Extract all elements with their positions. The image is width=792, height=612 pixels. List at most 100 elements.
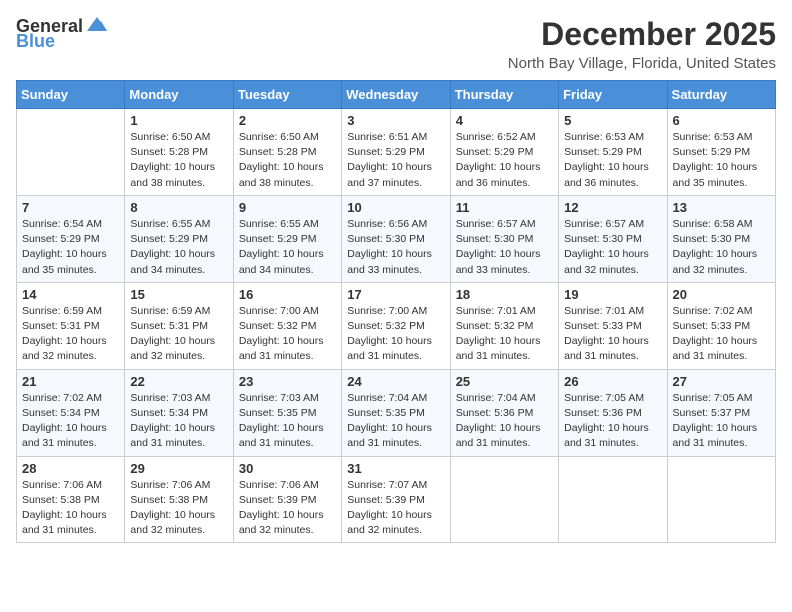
day-number: 6 (673, 113, 770, 128)
weekday-header-tuesday: Tuesday (233, 81, 341, 109)
day-number: 22 (130, 374, 227, 389)
day-number: 9 (239, 200, 336, 215)
day-info: Sunrise: 6:52 AMSunset: 5:29 PMDaylight:… (456, 130, 553, 191)
week-row-5: 28Sunrise: 7:06 AMSunset: 5:38 PMDayligh… (17, 456, 776, 543)
logo: General Blue (16, 16, 109, 52)
day-number: 13 (673, 200, 770, 215)
weekday-header-row: SundayMondayTuesdayWednesdayThursdayFrid… (17, 81, 776, 109)
weekday-header-thursday: Thursday (450, 81, 558, 109)
day-info: Sunrise: 7:05 AMSunset: 5:36 PMDaylight:… (564, 391, 661, 452)
calendar-cell: 20 Sunrise: 7:02 AMSunset: 5:33 PMDayligh… (667, 282, 775, 369)
day-number: 19 (564, 287, 661, 302)
day-info: Sunrise: 6:54 AMSunset: 5:29 PMDaylight:… (22, 217, 119, 278)
day-number: 24 (347, 374, 444, 389)
calendar-cell: 15Sunrise: 6:59 AMSunset: 5:31 PMDayligh… (125, 282, 233, 369)
calendar-cell: 9 Sunrise: 6:55 AMSunset: 5:29 PMDaylight… (233, 195, 341, 282)
day-number: 25 (456, 374, 553, 389)
calendar-cell: 28Sunrise: 7:06 AMSunset: 5:38 PMDayligh… (17, 456, 125, 543)
day-info: Sunrise: 6:55 AMSunset: 5:29 PMDaylight:… (130, 217, 227, 278)
day-number: 3 (347, 113, 444, 128)
day-number: 29 (130, 461, 227, 476)
week-row-2: 7 Sunrise: 6:54 AMSunset: 5:29 PMDaylight… (17, 195, 776, 282)
calendar-cell: 23 Sunrise: 7:03 AMSunset: 5:35 PMDayligh… (233, 369, 341, 456)
calendar-cell: 24Sunrise: 7:04 AMSunset: 5:35 PMDayligh… (342, 369, 450, 456)
location-title: North Bay Village, Florida, United State… (508, 55, 776, 72)
logo-blue: Blue (16, 31, 55, 52)
day-info: Sunrise: 7:02 AMSunset: 5:33 PMDaylight:… (673, 304, 770, 365)
day-info: Sunrise: 7:06 AMSunset: 5:38 PMDaylight:… (22, 478, 119, 539)
day-info: Sunrise: 7:06 AMSunset: 5:38 PMDaylight:… (130, 478, 227, 539)
calendar-cell: 19Sunrise: 7:01 AMSunset: 5:33 PMDayligh… (559, 282, 667, 369)
calendar-cell: 2 Sunrise: 6:50 AMSunset: 5:28 PMDaylight… (233, 109, 341, 196)
calendar-cell (667, 456, 775, 543)
day-info: Sunrise: 7:05 AMSunset: 5:37 PMDaylight:… (673, 391, 770, 452)
day-number: 23 (239, 374, 336, 389)
calendar-cell: 7 Sunrise: 6:54 AMSunset: 5:29 PMDaylight… (17, 195, 125, 282)
day-info: Sunrise: 6:59 AMSunset: 5:31 PMDaylight:… (22, 304, 119, 365)
week-row-3: 14 Sunrise: 6:59 AMSunset: 5:31 PMDayligh… (17, 282, 776, 369)
day-info: Sunrise: 7:03 AMSunset: 5:34 PMDaylight:… (130, 391, 227, 452)
day-info: Sunrise: 6:53 AMSunset: 5:29 PMDaylight:… (673, 130, 770, 191)
calendar-cell: 29 Sunrise: 7:06 AMSunset: 5:38 PMDayligh… (125, 456, 233, 543)
day-info: Sunrise: 7:00 AMSunset: 5:32 PMDaylight:… (347, 304, 444, 365)
title-block: December 2025 North Bay Village, Florida… (508, 16, 776, 72)
calendar-cell: 22 Sunrise: 7:03 AMSunset: 5:34 PMDayligh… (125, 369, 233, 456)
calendar-cell: 27Sunrise: 7:05 AMSunset: 5:37 PMDayligh… (667, 369, 775, 456)
day-info: Sunrise: 7:03 AMSunset: 5:35 PMDaylight:… (239, 391, 336, 452)
calendar-cell (17, 109, 125, 196)
day-info: Sunrise: 6:53 AMSunset: 5:29 PMDaylight:… (564, 130, 661, 191)
day-number: 4 (456, 113, 553, 128)
weekday-header-wednesday: Wednesday (342, 81, 450, 109)
month-title: December 2025 (508, 16, 776, 53)
calendar-cell: 4 Sunrise: 6:52 AMSunset: 5:29 PMDaylight… (450, 109, 558, 196)
weekday-header-sunday: Sunday (17, 81, 125, 109)
day-number: 8 (130, 200, 227, 215)
calendar-cell: 16Sunrise: 7:00 AMSunset: 5:32 PMDayligh… (233, 282, 341, 369)
calendar-cell: 11 Sunrise: 6:57 AMSunset: 5:30 PMDayligh… (450, 195, 558, 282)
calendar-table: SundayMondayTuesdayWednesdayThursdayFrid… (16, 80, 776, 543)
day-number: 2 (239, 113, 336, 128)
day-info: Sunrise: 7:00 AMSunset: 5:32 PMDaylight:… (239, 304, 336, 365)
day-info: Sunrise: 6:58 AMSunset: 5:30 PMDaylight:… (673, 217, 770, 278)
calendar-cell: 18Sunrise: 7:01 AMSunset: 5:32 PMDayligh… (450, 282, 558, 369)
day-number: 17 (347, 287, 444, 302)
weekday-header-friday: Friday (559, 81, 667, 109)
day-number: 1 (130, 113, 227, 128)
calendar-cell: 21Sunrise: 7:02 AMSunset: 5:34 PMDayligh… (17, 369, 125, 456)
calendar-cell: 25Sunrise: 7:04 AMSunset: 5:36 PMDayligh… (450, 369, 558, 456)
logo-icon (85, 13, 109, 37)
day-info: Sunrise: 7:06 AMSunset: 5:39 PMDaylight:… (239, 478, 336, 539)
week-row-1: 1 Sunrise: 6:50 AMSunset: 5:28 PMDaylight… (17, 109, 776, 196)
day-info: Sunrise: 6:51 AMSunset: 5:29 PMDaylight:… (347, 130, 444, 191)
calendar-cell: 13 Sunrise: 6:58 AMSunset: 5:30 PMDayligh… (667, 195, 775, 282)
day-number: 21 (22, 374, 119, 389)
day-number: 31 (347, 461, 444, 476)
page-header: General Blue December 2025 North Bay Vil… (16, 16, 776, 72)
calendar-cell: 6 Sunrise: 6:53 AMSunset: 5:29 PMDaylight… (667, 109, 775, 196)
day-info: Sunrise: 6:50 AMSunset: 5:28 PMDaylight:… (130, 130, 227, 191)
calendar-cell: 12Sunrise: 6:57 AMSunset: 5:30 PMDayligh… (559, 195, 667, 282)
day-number: 26 (564, 374, 661, 389)
day-number: 12 (564, 200, 661, 215)
day-number: 7 (22, 200, 119, 215)
day-number: 30 (239, 461, 336, 476)
weekday-header-monday: Monday (125, 81, 233, 109)
calendar-cell (559, 456, 667, 543)
day-info: Sunrise: 6:56 AMSunset: 5:30 PMDaylight:… (347, 217, 444, 278)
calendar-cell: 14 Sunrise: 6:59 AMSunset: 5:31 PMDayligh… (17, 282, 125, 369)
calendar-cell: 3 Sunrise: 6:51 AMSunset: 5:29 PMDaylight… (342, 109, 450, 196)
weekday-header-saturday: Saturday (667, 81, 775, 109)
day-number: 5 (564, 113, 661, 128)
day-info: Sunrise: 6:57 AMSunset: 5:30 PMDaylight:… (456, 217, 553, 278)
day-number: 11 (456, 200, 553, 215)
day-info: Sunrise: 6:59 AMSunset: 5:31 PMDaylight:… (130, 304, 227, 365)
day-number: 20 (673, 287, 770, 302)
day-info: Sunrise: 7:07 AMSunset: 5:39 PMDaylight:… (347, 478, 444, 539)
calendar-cell: 5 Sunrise: 6:53 AMSunset: 5:29 PMDaylight… (559, 109, 667, 196)
calendar-cell: 31 Sunrise: 7:07 AMSunset: 5:39 PMDayligh… (342, 456, 450, 543)
day-number: 14 (22, 287, 119, 302)
day-info: Sunrise: 6:55 AMSunset: 5:29 PMDaylight:… (239, 217, 336, 278)
calendar-cell: 17 Sunrise: 7:00 AMSunset: 5:32 PMDayligh… (342, 282, 450, 369)
day-info: Sunrise: 6:50 AMSunset: 5:28 PMDaylight:… (239, 130, 336, 191)
calendar-cell: 30 Sunrise: 7:06 AMSunset: 5:39 PMDayligh… (233, 456, 341, 543)
